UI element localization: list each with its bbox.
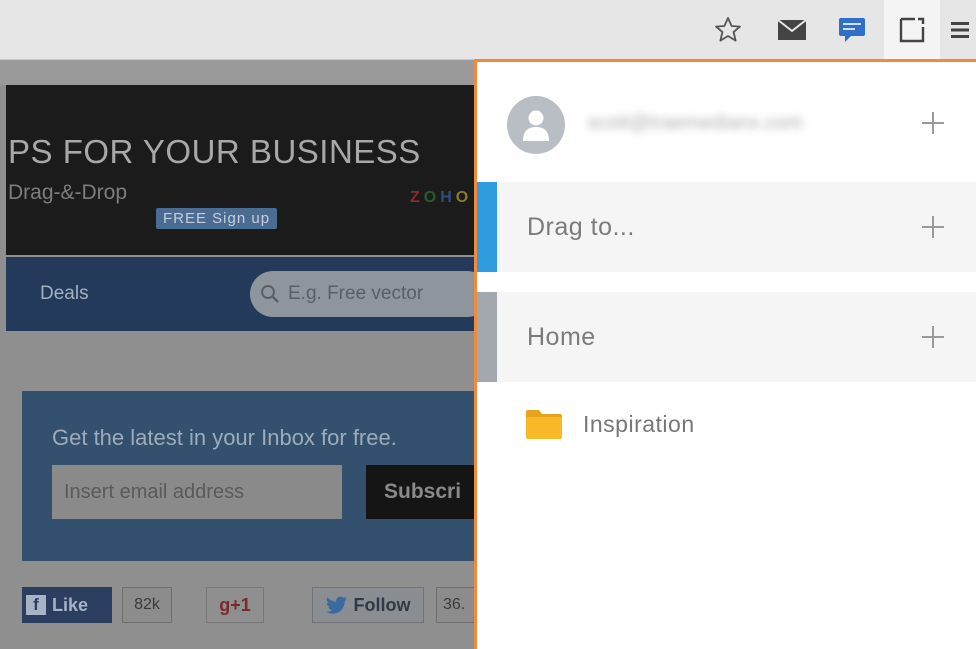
zoho-logo: ZOHO [410,189,473,206]
add-drag-to-button[interactable] [920,214,946,240]
google-plus-icon: g [219,594,231,615]
folder-icon [526,410,562,439]
banner-signup-button[interactable]: FREE Sign up [156,208,278,229]
search-icon [261,285,279,303]
user-icon [523,110,549,141]
chat-icon[interactable] [836,14,868,46]
home-color-bar [477,292,497,382]
ad-banner[interactable]: PS FOR YOUR BUSINESS Drag-&-Drop FREE Si… [6,85,480,255]
email-field[interactable]: Insert email address [52,465,342,519]
menu-icon[interactable] [944,14,976,46]
extension-popup: scott@traemedianx.com Drag to... Home In… [474,59,976,649]
add-account-button[interactable] [920,110,946,136]
google-plus-button[interactable]: g +1 [206,587,264,623]
site-navbar: Deals E.g. Free vector [6,257,490,331]
page-top-strip [0,61,480,85]
folder-label: Inspiration [583,410,695,437]
add-home-button[interactable] [920,324,946,350]
twitter-bird-icon [325,596,347,614]
account-email: scott@traemedianx.com [587,112,803,134]
drag-to-label: Drag to... [527,213,635,241]
facebook-icon: f [26,595,46,615]
browser-toolbar [0,0,976,60]
drag-to-color-bar [477,182,497,272]
facebook-like-button[interactable]: f Like [22,587,112,623]
newsletter-title: Get the latest in your Inbox for free. [52,425,397,450]
folder-item-inspiration[interactable]: Inspiration [525,404,695,444]
google-plus-label: +1 [230,594,251,615]
twitter-follow-button[interactable]: Follow [312,587,424,623]
plus-icon [922,216,944,238]
nav-item-deals[interactable]: Deals [40,283,89,305]
star-icon[interactable] [712,14,744,46]
banner-headline: PS FOR YOUR BUSINESS [8,133,421,170]
plus-icon [922,112,944,134]
twitter-follow-label: Follow [353,594,411,615]
facebook-like-label: Like [52,594,89,615]
avatar [507,96,565,154]
search-input[interactable]: E.g. Free vector [250,271,490,317]
search-placeholder: E.g. Free vector [288,283,424,304]
extension-icon[interactable] [884,0,940,60]
account-row[interactable]: scott@traemedianx.com [477,62,976,182]
home-row[interactable]: Home [477,292,976,382]
banner-subtitle: Drag-&-Drop [8,181,128,204]
home-label: Home [527,323,596,351]
drag-to-row[interactable]: Drag to... [477,182,976,272]
mail-icon[interactable] [776,14,808,46]
newsletter-box: Get the latest in your Inbox for free. I… [22,391,496,561]
facebook-like-count: 82k [122,587,172,623]
plus-icon [922,326,944,348]
